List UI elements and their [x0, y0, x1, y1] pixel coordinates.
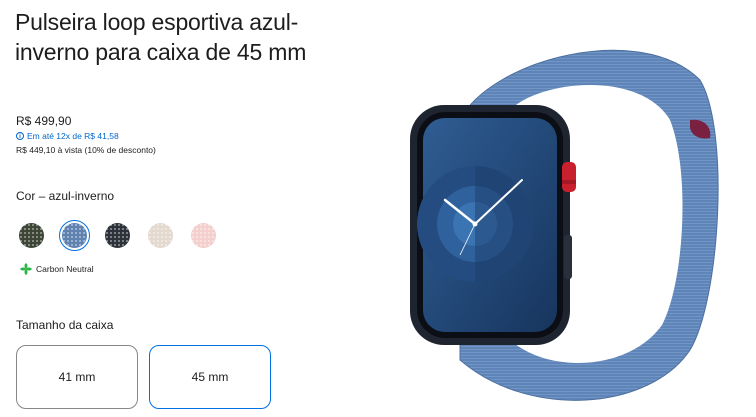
cash-price: R$ 449,10 à vista (10% de desconto)	[16, 145, 156, 155]
product-title: Pulseira loop esportiva azul-inverno par…	[15, 9, 307, 65]
info-icon: i	[16, 132, 24, 140]
installment-text: Em até 12x de R$ 41,58	[27, 131, 119, 141]
color-swatches	[16, 220, 219, 251]
swatch-color	[191, 223, 216, 248]
size-option-41mm[interactable]: 41 mm	[16, 345, 138, 409]
swatch-azul-inverno[interactable]	[59, 220, 90, 251]
carbon-neutral-badge: Carbon Neutral	[20, 263, 94, 275]
swatch-color	[105, 223, 130, 248]
product-image	[410, 49, 719, 401]
swatch-color	[62, 223, 87, 248]
carbon-neutral-label: Carbon Neutral	[36, 264, 94, 274]
side-button	[564, 235, 572, 279]
swatch-meia-noite[interactable]	[102, 220, 133, 251]
digital-crown	[562, 162, 576, 192]
color-label: Cor – azul-inverno	[16, 189, 115, 203]
swatch-color	[19, 223, 44, 248]
swatch-color	[148, 223, 173, 248]
installment-info[interactable]: i Em até 12x de R$ 41,58	[16, 131, 119, 141]
swatch-verde-musgo[interactable]	[16, 220, 47, 251]
leaf-icon	[20, 263, 32, 275]
size-label: Tamanho da caixa	[16, 318, 114, 332]
swatch-estelar[interactable]	[145, 220, 176, 251]
product-price: R$ 499,90	[16, 114, 72, 128]
size-option-45mm[interactable]: 45 mm	[149, 345, 271, 409]
swatch-rosa[interactable]	[188, 220, 219, 251]
